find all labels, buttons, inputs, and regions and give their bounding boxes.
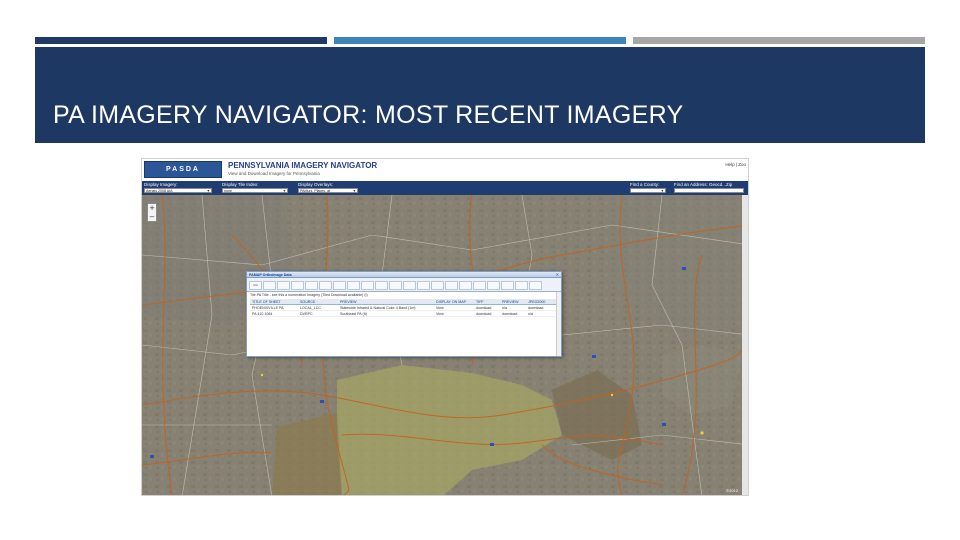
popup-tab[interactable] (319, 281, 332, 290)
table-cell: Southeast PA (ft) (340, 312, 367, 316)
display-imagery-select[interactable]: Aerials 2008 AIA ▼ (144, 188, 212, 193)
popup-note: Tile PA Title - see this a numeration Im… (250, 293, 368, 297)
navigator-screenshot: PASDA PENNSYLVANIA IMAGERY NAVIGATOR Vie… (141, 158, 749, 496)
popup-tab[interactable] (515, 281, 528, 290)
pasda-logo[interactable]: PASDA (144, 161, 222, 178)
popup-tab[interactable] (347, 281, 360, 290)
toolbar: Display Imagery: Aerials 2008 AIA ▼ Displ… (142, 181, 748, 195)
tile-index-control: Display Tile Index: none ▼ (222, 182, 288, 193)
chevron-down-icon: ▼ (352, 189, 356, 193)
table-cell: LOCAL_LCC (300, 306, 321, 310)
popup-scrollbar[interactable] (556, 292, 561, 356)
table-cell: n/a (502, 306, 507, 310)
popup-tab[interactable] (375, 281, 388, 290)
popup-tab[interactable] (459, 281, 472, 290)
popup-tab[interactable] (501, 281, 514, 290)
view-link[interactable]: View (434, 311, 474, 316)
map-attribution: ©2012 (726, 488, 738, 493)
slide-title: PA IMAGERY NAVIGATOR: MOST RECENT IMAGER… (53, 101, 684, 129)
find-address-control: Find an Address: Geocd...Zip (674, 182, 744, 193)
popup-tab[interactable] (305, 281, 318, 290)
table-cell: DVRPC (300, 312, 313, 316)
popup-tab[interactable] (277, 281, 290, 290)
slide: PA IMAGERY NAVIGATOR: MOST RECENT IMAGER… (0, 0, 960, 540)
download-link[interactable]: download (526, 305, 556, 310)
overlays-control: Display Overlays: PAMuni, Places, at ▼ (298, 182, 358, 193)
download-link[interactable]: download (474, 305, 500, 310)
imagery-table: TITLE OF SHEET SOURCE PREVIEW DISPLAY ON… (250, 299, 556, 317)
download-link[interactable]: download (500, 311, 526, 316)
popup-tab[interactable] (473, 281, 486, 290)
find-county-control: Find a County: ▼ (630, 182, 666, 193)
find-address-input[interactable] (674, 188, 744, 193)
popup-tab[interactable] (431, 281, 444, 290)
popup-tab[interactable] (487, 281, 500, 290)
column-header[interactable]: TITLE OF SHEET (250, 299, 298, 304)
tile-index-select[interactable]: none ▼ (222, 188, 288, 193)
column-header[interactable]: SOURCE (298, 299, 338, 304)
accent-bar-gray (633, 37, 925, 44)
app-subtitle: View and Download Imagery for Pennsylvan… (228, 171, 320, 176)
chevron-down-icon: ▼ (206, 189, 210, 193)
help-link[interactable]: Help | Zoo (725, 162, 746, 167)
chevron-down-icon: ▼ (282, 189, 286, 193)
column-header[interactable]: DISPLAY ON MAP (434, 299, 474, 304)
column-header[interactable]: PREVIEW (500, 299, 526, 304)
download-link[interactable]: download (474, 311, 500, 316)
overlays-select[interactable]: PAMuni, Places, at ▼ (298, 188, 358, 193)
view-link[interactable]: View (434, 305, 474, 310)
popup-tab[interactable] (445, 281, 458, 290)
popup-tab[interactable] (291, 281, 304, 290)
title-banner: PA IMAGERY NAVIGATOR: MOST RECENT IMAGER… (35, 47, 925, 143)
popup-tab[interactable] (417, 281, 430, 290)
accent-bar-dark (35, 37, 327, 44)
accent-bar-blue (334, 37, 626, 44)
app-header: PASDA PENNSYLVANIA IMAGERY NAVIGATOR Vie… (142, 159, 748, 181)
popup-tab[interactable]: AIA (249, 281, 262, 290)
find-county-label: Find a County: (630, 182, 660, 187)
logo-text: PASDA (166, 166, 200, 173)
zoom-in-button[interactable]: + (148, 204, 156, 213)
column-header[interactable]: TIFF (474, 299, 500, 304)
table-cell: PA 410 1084 (252, 312, 273, 316)
column-header[interactable]: JPEG2000 (526, 299, 556, 304)
app-title: PENNSYLVANIA IMAGERY NAVIGATOR (228, 161, 378, 170)
popup-tab[interactable] (361, 281, 374, 290)
popup-tab[interactable] (333, 281, 346, 290)
display-imagery-control: Display Imagery: Aerials 2008 AIA ▼ (144, 182, 212, 193)
popup-tab-strip: AIA (247, 278, 561, 292)
table-cell: PHOENIXVILLE PA (252, 306, 284, 310)
zoom-out-button[interactable]: − (148, 213, 156, 222)
map-scrollbar[interactable] (742, 195, 748, 495)
column-header[interactable]: PREVIEW (338, 299, 434, 304)
table-cell: Statewide Infrared & Natural Color 4 Ban… (340, 306, 416, 310)
zoom-control: + − (147, 203, 157, 222)
popup-tab[interactable] (403, 281, 416, 290)
popup-tab[interactable] (263, 281, 276, 290)
popup-tab[interactable] (389, 281, 402, 290)
imagery-results-popup: PAMAP Orthoimage Data × AIA Tile PA Titl… (246, 271, 562, 357)
popup-tab[interactable] (529, 281, 542, 290)
chevron-down-icon: ▼ (660, 189, 664, 193)
display-imagery-label: Display Imagery: (144, 182, 178, 187)
table-cell: n/a (528, 312, 533, 316)
find-county-select[interactable]: ▼ (630, 188, 666, 193)
table-row: PA 410 1084 DVRPC Southeast PA (ft) View… (250, 311, 556, 317)
tile-index-label: Display Tile Index: (222, 182, 259, 187)
overlays-label: Display Overlays: (298, 182, 334, 187)
find-address-label: Find an Address: Geocd...Zip (674, 182, 733, 187)
